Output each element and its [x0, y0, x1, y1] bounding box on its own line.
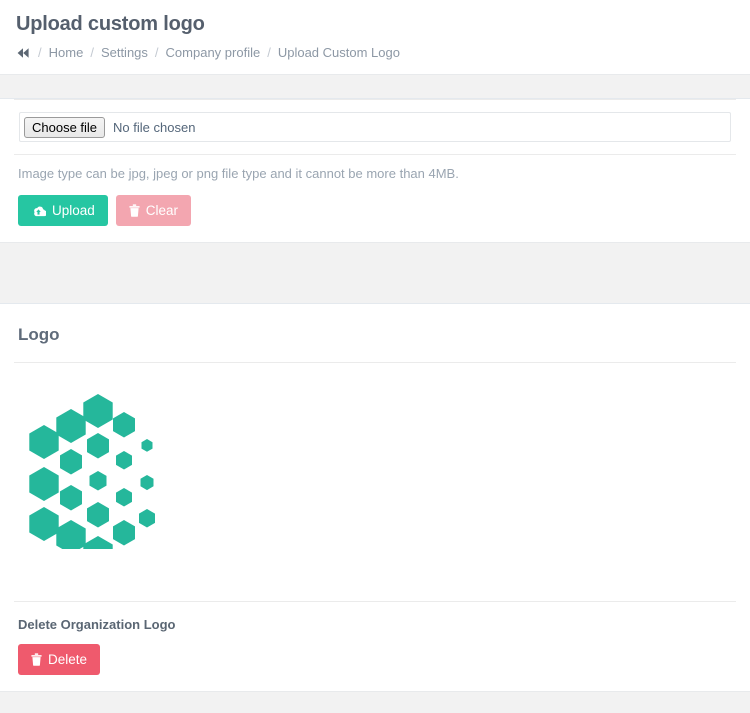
cloud-upload-icon: [31, 204, 46, 217]
upload-actions: Upload Clear: [16, 183, 734, 242]
upload-help-text: Image type can be jpg, jpeg or png file …: [18, 166, 459, 181]
section-divider-bottom: [0, 691, 750, 713]
breadcrumb-separator-1: /: [38, 45, 42, 60]
breadcrumb-item-current: Upload Custom Logo: [277, 45, 400, 60]
clear-button-label: Clear: [145, 203, 179, 218]
breadcrumb: / Home / Settings / Company profile / Up…: [16, 44, 734, 62]
trash-icon: [31, 653, 42, 666]
breadcrumb-separator-3: /: [154, 45, 159, 60]
file-name-text: No file chosen: [113, 119, 196, 135]
file-input-row: Choose file No file chosen: [16, 100, 734, 142]
section-divider-top: [0, 74, 750, 99]
organization-logo-image: [16, 389, 734, 549]
breadcrumb-link-settings[interactable]: Settings: [101, 44, 148, 62]
section-divider-middle: [0, 242, 750, 304]
delete-logo-label: Delete Organization Logo: [18, 617, 176, 632]
upload-button-label: Upload: [52, 203, 95, 218]
choose-file-button[interactable]: Choose file: [24, 116, 106, 138]
upload-panel: Choose file No file chosen Image type ca…: [0, 99, 750, 242]
breadcrumb-item-settings[interactable]: Settings: [101, 44, 148, 62]
breadcrumb-link-company-profile[interactable]: Company profile: [166, 44, 261, 62]
fast-backward-icon[interactable]: [16, 47, 30, 59]
logo-preview: [16, 363, 734, 601]
page-header: Upload custom logo / Home / Settings / C…: [0, 0, 750, 74]
clear-button[interactable]: Clear: [115, 195, 192, 226]
breadcrumb-separator-2: /: [90, 45, 94, 60]
breadcrumb-link-home[interactable]: Home: [49, 44, 84, 62]
delete-button[interactable]: Delete: [18, 644, 101, 675]
upload-button[interactable]: Upload: [18, 195, 108, 226]
breadcrumb-home[interactable]: [16, 47, 31, 59]
trash-icon: [129, 204, 140, 217]
breadcrumb-separator-4: /: [267, 45, 271, 60]
logo-section-title: Logo: [18, 325, 60, 344]
delete-actions: Delete: [16, 644, 734, 691]
breadcrumb-item-home[interactable]: Home: [49, 44, 84, 62]
logo-panel: Logo Delete Organization Logo Delete: [0, 304, 750, 691]
page-title: Upload custom logo: [16, 13, 205, 35]
delete-button-label: Delete: [48, 652, 88, 667]
file-input[interactable]: Choose file No file chosen: [19, 112, 731, 142]
breadcrumb-item-company-profile[interactable]: Company profile: [166, 44, 261, 62]
